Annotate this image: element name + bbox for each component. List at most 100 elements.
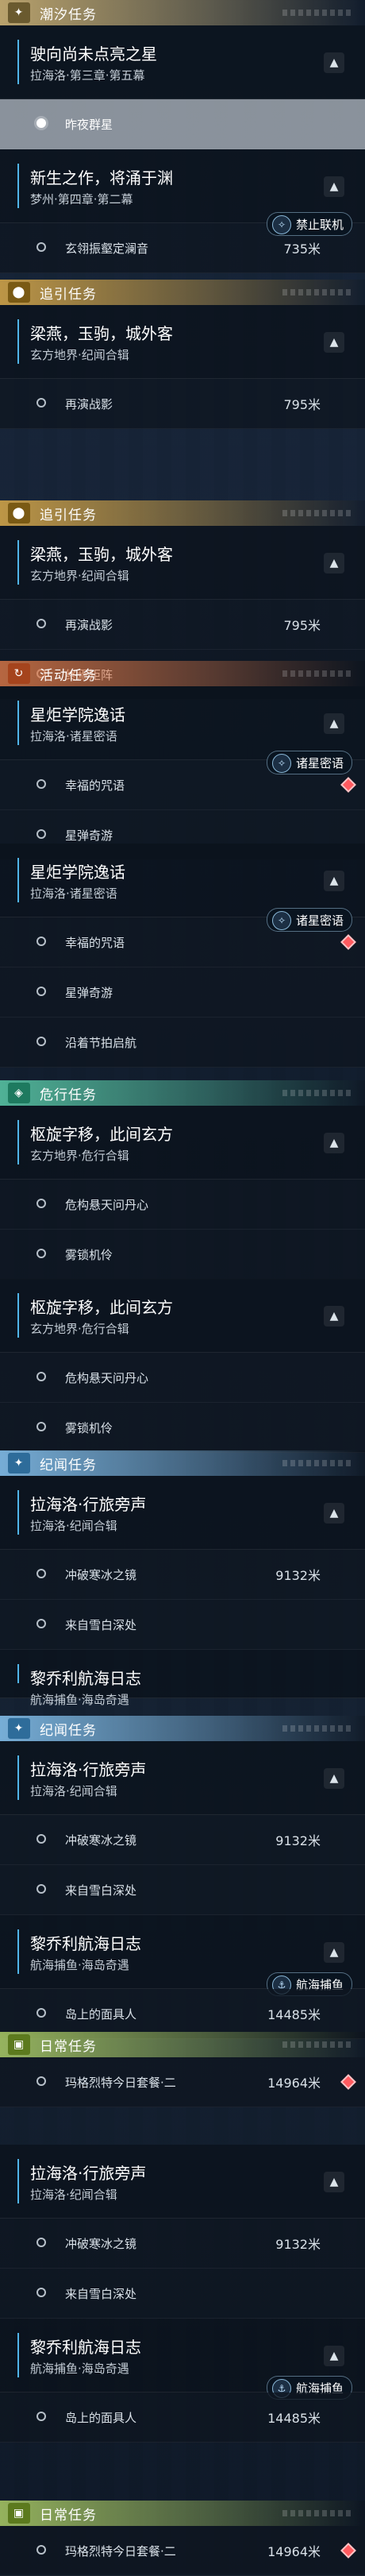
quest-card[interactable]: 黎乔利航海日志 航海捕鱼·海岛奇遇 ▲ ⚓ 航海捕鱼 bbox=[0, 1915, 365, 1996]
quest-section: 枢旋字移，此间玄方 玄方地界·危行合辑 ▲ 危构悬天问丹心 雾锁机伶 bbox=[0, 1279, 365, 1453]
quest-title: 枢旋字移，此间玄方 bbox=[30, 1125, 173, 1144]
chevron-up-icon[interactable]: ▲ bbox=[324, 1503, 344, 1524]
quest-accent-line bbox=[17, 2333, 19, 2377]
objective-badge: ✧ 禁止联机 bbox=[266, 212, 352, 236]
quest-subtitle: 玄方地界·危行合辑 bbox=[30, 1322, 129, 1336]
quest-card[interactable]: 梁燕，玉驹，城外客 玄方地界·纪闻合辑 ▲ bbox=[0, 526, 365, 600]
radio-circle-icon bbox=[36, 2412, 46, 2421]
sub-objective[interactable]: 雾锁机伶 bbox=[0, 1403, 365, 1453]
quest-card[interactable]: 黎乔利航海日志 航海捕鱼·海岛奇遇 ▲ ⚓ 航海捕鱼 bbox=[0, 2319, 365, 2400]
sub-objective-label: 雾锁机伶 bbox=[65, 1420, 113, 1435]
sub-objective[interactable]: 冲破寒冰之镜 9132米 bbox=[0, 2219, 365, 2269]
section-header-label: 纪闻任务 bbox=[40, 1457, 97, 1473]
chevron-up-icon[interactable]: ▲ bbox=[324, 1942, 344, 1963]
sub-objective[interactable]: 幸福的咒语 ✧ 诸星密语 bbox=[0, 751, 365, 810]
radio-circle-icon bbox=[36, 937, 46, 946]
sub-objective[interactable]: 星弹奇游 bbox=[0, 967, 365, 1018]
sub-objective-label: 玛格烈特今日套餐·二 bbox=[65, 2075, 176, 2090]
quest-card[interactable]: 驶向尚未点亮之星 拉海洛·第三章·第五幕 ▲ bbox=[0, 25, 365, 99]
compass-icon: ◈ bbox=[8, 1083, 30, 1103]
sub-objective[interactable]: 玛格烈特今日套餐·二 14964米 bbox=[0, 2526, 365, 2576]
sub-objective[interactable]: 来自雪白深处 bbox=[0, 2269, 365, 2319]
quest-card[interactable]: 星炬学院逸话 拉海洛·诸星密语 ▲ bbox=[0, 686, 365, 760]
tracking-marker-icon bbox=[340, 2074, 356, 2090]
sub-objective[interactable]: 来自雪白深处 bbox=[0, 1865, 365, 1915]
radio-circle-icon bbox=[36, 1619, 46, 1628]
sub-objective-label: 星弹奇游 bbox=[65, 985, 113, 1000]
quest-subtitle: 拉海洛·纪闻合辑 bbox=[30, 1519, 117, 1533]
radio-circle-icon bbox=[36, 2288, 46, 2297]
quest-card[interactable]: 枢旋字移，此间玄方 玄方地界·危行合辑 ▲ bbox=[0, 1106, 365, 1180]
quest-title: 黎乔利航海日志 bbox=[30, 2338, 141, 2357]
quest-accent-line bbox=[17, 40, 19, 84]
quest-card[interactable]: 拉海洛·行旅旁声 拉海洛·纪闻合辑 ▲ bbox=[0, 2145, 365, 2219]
quest-subtitle: 玄方地界·纪闻合辑 bbox=[30, 348, 129, 362]
chevron-up-icon[interactable]: ▲ bbox=[324, 2172, 344, 2192]
quest-card[interactable]: 拉海洛·行旅旁声 拉海洛·纪闻合辑 ▲ bbox=[0, 1741, 365, 1815]
section-header[interactable]: ◈ 危行任务 bbox=[0, 1080, 365, 1106]
section-header[interactable]: ✦ 潮汐任务 bbox=[0, 0, 365, 25]
quest-card[interactable]: 梁燕，玉驹，城外客 玄方地界·纪闻合辑 ▲ bbox=[0, 305, 365, 379]
sub-objective[interactable]: 危构悬天问丹心 bbox=[0, 1353, 365, 1403]
chevron-up-icon[interactable]: ▲ bbox=[324, 871, 344, 891]
sub-objective[interactable]: 沿着节拍启航 bbox=[0, 1018, 365, 1068]
quest-section: ✦ 纪闻任务 拉海洛·行旅旁声 拉海洛·纪闻合辑 ▲ 冲破寒冰之镜 9132米 来自雪白深处黎… bbox=[0, 1716, 365, 2039]
radio-circle-icon bbox=[36, 2076, 46, 2086]
sub-objective[interactable]: 再演战影 795米 bbox=[0, 379, 365, 429]
radio-circle-icon bbox=[36, 2545, 46, 2555]
section-header[interactable]: ▣ 日常任务 bbox=[0, 2032, 365, 2057]
quest-subtitle: 拉海洛·诸星密语 bbox=[30, 729, 117, 743]
chevron-up-icon[interactable]: ▲ bbox=[324, 332, 344, 353]
radio-circle-icon bbox=[36, 1422, 46, 1431]
sub-objective[interactable]: 幸福的咒语 ✧ 诸星密语 bbox=[0, 908, 365, 967]
distance-text: 795米 bbox=[283, 397, 321, 412]
sub-objective[interactable]: 再演战影 795米 bbox=[0, 600, 365, 650]
section-header[interactable]: ⬤ 追引任务 bbox=[0, 500, 365, 526]
section-header[interactable]: ↻ 活动任务 bbox=[0, 661, 365, 686]
quest-card[interactable]: 黎乔利航海日志 航海捕鱼·海岛奇遇 bbox=[0, 1650, 365, 1707]
quest-subtitle: 拉海洛·第三章·第五幕 bbox=[30, 68, 145, 83]
objective-badge: ✧ 诸星密语 bbox=[266, 908, 352, 932]
sub-objective[interactable]: 冲破寒冰之镜 9132米 bbox=[0, 1550, 365, 1600]
chevron-up-icon[interactable]: ▲ bbox=[324, 52, 344, 73]
quest-section: ◈ 危行任务 枢旋字移，此间玄方 玄方地界·危行合辑 ▲ 危构悬天问丹心 雾锁机伶 bbox=[0, 1080, 365, 1280]
sub-objective[interactable]: 危构悬天问丹心 bbox=[0, 1180, 365, 1230]
chevron-up-icon[interactable]: ▲ bbox=[324, 1768, 344, 1789]
section-header[interactable]: ⬤ 追引任务 bbox=[0, 280, 365, 305]
sub-objective-label: 星弹奇游 bbox=[65, 828, 113, 843]
quest-subtitle: 航海捕鱼·海岛奇遇 bbox=[30, 1693, 129, 1707]
sub-objective-label: 幸福的咒语 bbox=[65, 778, 125, 793]
chevron-up-icon[interactable]: ▲ bbox=[324, 1133, 344, 1153]
sub-objective[interactable]: 昨夜群星 bbox=[0, 99, 365, 149]
quest-accent-line bbox=[17, 164, 19, 208]
sub-objective[interactable]: 玛格烈特今日套餐·二 14964米 bbox=[0, 2057, 365, 2107]
chevron-up-icon[interactable]: ▲ bbox=[324, 713, 344, 734]
section-header[interactable]: ▣ 日常任务 bbox=[0, 2501, 365, 2526]
sub-objective-label: 岛上的面具人 bbox=[65, 2410, 137, 2425]
sub-objective[interactable]: 岛上的面具人 14485米 bbox=[0, 2393, 365, 2443]
radio-circle-icon bbox=[36, 1037, 46, 1046]
section-header[interactable]: ✦ 纪闻任务 bbox=[0, 1450, 365, 1476]
quest-section: 星炬学院逸话 拉海洛·诸星密语 ▲ 幸福的咒语 ✧ 诸星密语星弹奇游沿着节拍启航 bbox=[0, 844, 365, 1068]
chevron-up-icon[interactable]: ▲ bbox=[324, 553, 344, 574]
quest-accent-line bbox=[17, 1120, 19, 1164]
header-decoration bbox=[282, 10, 354, 16]
sub-objective[interactable]: 冲破寒冰之镜 9132米 bbox=[0, 1815, 365, 1865]
quest-card[interactable]: 拉海洛·行旅旁声 拉海洛·纪闻合辑 ▲ bbox=[0, 1476, 365, 1550]
quest-card[interactable]: 星炬学院逸话 拉海洛·诸星密语 ▲ bbox=[0, 844, 365, 917]
objective-badge: ✧ 诸星密语 bbox=[266, 751, 352, 774]
sub-objective[interactable]: 雾锁机伶 bbox=[0, 1230, 365, 1280]
radio-circle-icon bbox=[36, 1834, 46, 1844]
section-header[interactable]: ✦ 纪闻任务 bbox=[0, 1716, 365, 1741]
chevron-up-icon[interactable]: ▲ bbox=[324, 176, 344, 197]
section-header-label: 日常任务 bbox=[40, 2038, 97, 2055]
chevron-up-icon[interactable]: ▲ bbox=[324, 1306, 344, 1327]
sub-objective[interactable]: 来自雪白深处 bbox=[0, 1600, 365, 1650]
distance-text: 9132米 bbox=[275, 2237, 321, 2252]
quest-card[interactable]: 枢旋字移，此间玄方 玄方地界·危行合辑 ▲ bbox=[0, 1279, 365, 1353]
section-header-label: 潮汐任务 bbox=[40, 6, 97, 23]
sub-objective[interactable]: 玄翎振壑定澜音 735米 ✧ 禁止联机 bbox=[0, 212, 365, 273]
radio-circle-icon bbox=[36, 619, 46, 628]
quest-title: 拉海洛·行旅旁声 bbox=[30, 2164, 147, 2183]
chevron-up-icon[interactable]: ▲ bbox=[324, 2346, 344, 2366]
